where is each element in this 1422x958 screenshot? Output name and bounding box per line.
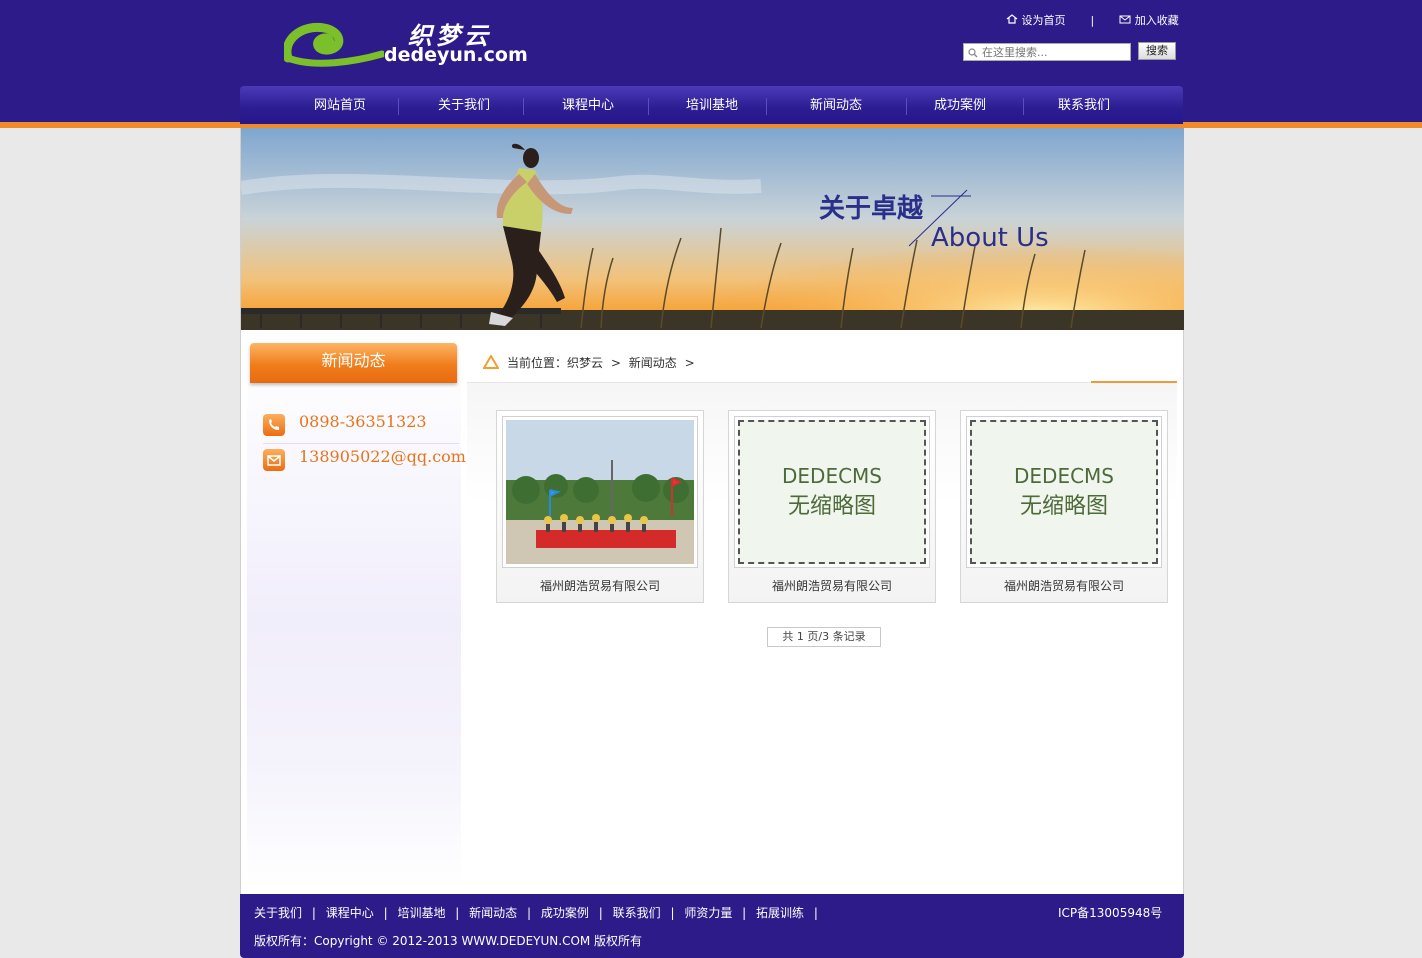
breadcrumb-current[interactable]: 新闻动态 (629, 356, 677, 370)
footer-link-separator: | (527, 906, 532, 920)
nav-item-contact[interactable]: 联系我们 (1026, 86, 1142, 124)
search-icon (968, 47, 978, 61)
site-logo[interactable]: 织梦云 dedeyun.com (284, 14, 554, 70)
footer-link-training-base[interactable]: 培训基地 (397, 904, 445, 921)
list-item[interactable]: 福州朗浩贸易有限公司 (496, 410, 704, 603)
main-container: 关于卓越 About Us 新闻动态 0898-36351323 1389050… (240, 128, 1184, 894)
breadcrumb-arrow: > (684, 356, 695, 370)
nav-item-news[interactable]: 新闻动态 (778, 86, 894, 124)
banner-title-chinese: 关于卓越 (819, 194, 924, 224)
set-homepage-link[interactable]: 设为首页 (1022, 12, 1066, 28)
copyright: 版权所有：Copyright © 2012-2013 WWW.DEDEYUN.C… (254, 934, 643, 948)
footer-link-contact[interactable]: 联系我们 (613, 904, 661, 921)
contact-email: 138905022@qq.com (263, 445, 466, 475)
about-banner: 关于卓越 About Us (241, 128, 1184, 330)
list-item[interactable]: DEDECMS 无缩略图 福州朗浩贸易有限公司 (960, 410, 1168, 603)
footer-link-teachers[interactable]: 师资力量 (684, 904, 732, 921)
placeholder-caption: 无缩略图 (1019, 494, 1108, 519)
footer-link-separator: | (598, 906, 603, 920)
team-photo-image (506, 420, 694, 564)
nav-item-about[interactable]: 关于我们 (406, 86, 522, 124)
email-icon (263, 449, 285, 471)
footer-link-courses[interactable]: 课程中心 (326, 904, 374, 921)
footer-link-separator: | (670, 906, 675, 920)
footer-link-cases[interactable]: 成功案例 (541, 904, 589, 921)
icp-number[interactable]: ICP备13005948号 (1058, 904, 1162, 921)
nav-divider (398, 98, 399, 115)
search-box (963, 43, 1131, 61)
footer-link-news[interactable]: 新闻动态 (469, 904, 517, 921)
placeholder-brand: DEDECMS (782, 464, 882, 488)
item-title[interactable]: 福州朗浩贸易有限公司 (961, 577, 1167, 594)
footer-link-separator: | (311, 906, 316, 920)
footer-link-separator: | (455, 906, 460, 920)
nav-item-home[interactable]: 网站首页 (284, 86, 396, 124)
add-favorite-link[interactable]: 加入收藏 (1135, 12, 1179, 28)
list-item[interactable]: DEDECMS 无缩略图 福州朗浩贸易有限公司 (728, 410, 936, 603)
nav-item-training-base[interactable]: 培训基地 (654, 86, 770, 124)
nav-divider (523, 98, 524, 115)
nav-divider (766, 98, 767, 115)
phone-icon (263, 414, 285, 436)
no-thumbnail-placeholder: DEDECMS 无缩略图 (970, 420, 1158, 564)
contact-phone-number: 0898-36351323 (299, 412, 427, 431)
footer-link-separator: | (742, 906, 747, 920)
contact-email-address[interactable]: 138905022@qq.com (299, 447, 466, 466)
breadcrumb-arrow: > (610, 356, 621, 370)
item-thumbnail[interactable]: DEDECMS 无缩略图 (966, 416, 1162, 568)
nav-item-cases[interactable]: 成功案例 (902, 86, 1018, 124)
contact-divider (263, 443, 459, 444)
placeholder-brand: DEDECMS (1014, 464, 1114, 488)
search-button[interactable]: 搜索 (1138, 42, 1176, 60)
top-links: 设为首页 | 加入收藏 (1006, 12, 1179, 28)
warning-triangle-icon (482, 354, 500, 374)
footer-link-about[interactable]: 关于我们 (254, 904, 302, 921)
nav-item-courses[interactable]: 课程中心 (530, 86, 646, 124)
top-links-separator: | (1090, 13, 1095, 27)
item-thumbnail[interactable]: DEDECMS 无缩略图 (734, 416, 930, 568)
breadcrumb-prefix: 当前位置： (507, 356, 568, 370)
search-input[interactable] (982, 45, 1128, 59)
breadcrumb: 当前位置：织梦云 > 新闻动态 > (482, 354, 695, 374)
mail-icon (1119, 14, 1131, 27)
nav-divider (648, 98, 649, 115)
logo-english-text: dedeyun.com (384, 44, 528, 66)
item-title[interactable]: 福州朗浩贸易有限公司 (729, 577, 935, 594)
breadcrumb-home[interactable]: 织梦云 (567, 356, 603, 370)
footer-link-outdoor-training[interactable]: 拓展训练 (756, 904, 804, 921)
footer: 关于我们 | 课程中心 | 培训基地 | 新闻动态 | 成功案例 | 联系我们 … (240, 894, 1184, 958)
home-icon (1006, 13, 1018, 27)
pagination-info: 共 1 页/3 条记录 (767, 627, 881, 647)
sidebar-heading: 新闻动态 (250, 343, 457, 383)
footer-links: 关于我们 | 课程中心 | 培训基地 | 新闻动态 | 成功案例 | 联系我们 … (254, 904, 824, 921)
footer-link-separator: | (813, 906, 818, 920)
no-thumbnail-placeholder: DEDECMS 无缩略图 (738, 420, 926, 564)
main-nav: 网站首页 关于我们 课程中心 培训基地 新闻动态 成功案例 联系我们 (240, 86, 1183, 124)
placeholder-caption: 无缩略图 (787, 494, 876, 519)
logo-swirl-icon (284, 22, 384, 67)
item-title[interactable]: 福州朗浩贸易有限公司 (497, 577, 703, 594)
sidebar: 新闻动态 0898-36351323 138905022@qq.com (247, 338, 466, 888)
breadcrumb-rule (467, 382, 1177, 383)
banner-title-english: About Us (931, 223, 1049, 253)
item-thumbnail[interactable] (502, 416, 698, 568)
footer-link-separator: | (383, 906, 388, 920)
contact-phone: 0898-36351323 (263, 410, 463, 440)
breadcrumb-accent-rule (1091, 381, 1177, 383)
nav-divider (1023, 98, 1024, 115)
